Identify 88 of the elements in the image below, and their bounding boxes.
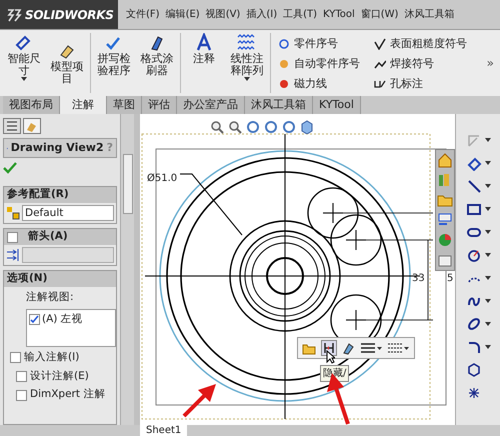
caret-icon [484, 322, 490, 326]
list-label: 注解视图: [25, 290, 75, 305]
ribbon-tab[interactable]: 评估 [142, 96, 177, 114]
logo-icon [6, 8, 22, 22]
option-label: 设计注解(E) [30, 368, 89, 384]
caret-icon [484, 344, 490, 348]
menu-item[interactable]: KYTool [323, 7, 355, 22]
caret-icon [484, 184, 490, 188]
ribbon-tab[interactable]: 沐风工具箱 [245, 96, 313, 114]
sheet-tab[interactable]: Sheet1 [140, 425, 188, 436]
menu-item[interactable]: 工具(T) [283, 7, 318, 22]
ribbon-button[interactable]: 孔标注 [374, 75, 467, 93]
dimension-toggle-icon[interactable] [321, 340, 337, 356]
dimension-text: 5 [447, 272, 454, 286]
note-icon [194, 33, 214, 53]
arrow-label-icon [6, 248, 20, 262]
surface-finish-icon [374, 38, 386, 50]
section-header: 参考配置(R) [4, 187, 116, 203]
more-button[interactable]: » [486, 54, 496, 72]
leader-line [180, 174, 242, 236]
cube-icon[interactable] [300, 120, 314, 134]
line-icon[interactable] [466, 178, 482, 194]
ribbon-button[interactable]: 焊接符号 [374, 55, 467, 73]
menu-item[interactable]: 窗口(W) [360, 7, 398, 22]
app-logo: SOLIDWORKS [25, 6, 114, 24]
menu-item[interactable]: 插入(I) [246, 7, 278, 22]
menu-item[interactable]: 沐风工具箱 [404, 7, 454, 22]
cursor-icon [326, 350, 335, 364]
option-label: DimXpert 注解 [30, 387, 106, 402]
caret-icon [484, 298, 490, 302]
ribbon-button[interactable]: 模型项目 [47, 33, 87, 93]
ribbon-button[interactable]: 自动零件序号 [278, 55, 360, 73]
checkbox[interactable] [29, 314, 40, 326]
ribbon-tab[interactable]: KYTool [313, 96, 361, 114]
dimension-text: Ø51.0 [147, 172, 178, 186]
arrow-field[interactable] [22, 247, 114, 263]
caret-icon [244, 77, 250, 81]
caret-icon [21, 77, 27, 81]
weld-symbol-icon [374, 58, 386, 70]
ribbon-button[interactable]: 拼写检验程序 [94, 33, 134, 93]
section-title: 箭头(A) [28, 229, 68, 244]
polygon-icon[interactable] [466, 362, 482, 378]
ribbon-tab[interactable]: 办公室产品 [177, 96, 245, 114]
ribbon-button[interactable]: 磁力线 [278, 75, 360, 93]
menu-item[interactable]: 文件(F) [126, 7, 160, 22]
ribbon-tab[interactable]: 视图布局 [3, 96, 60, 114]
checkbox[interactable] [10, 352, 21, 364]
caret-icon [484, 252, 490, 256]
list-item[interactable]: (A) 左视 [42, 312, 83, 328]
auto-balloon-icon [278, 58, 290, 70]
ribbon-button[interactable]: 线性注释阵列 [227, 33, 267, 93]
caret-icon [484, 276, 490, 280]
hole-callout-icon [374, 78, 386, 90]
tooltip: 隐藏/ [320, 365, 350, 382]
configuration-icon [6, 206, 20, 220]
menu-item[interactable]: 编辑(E) [166, 7, 200, 22]
ribbon-button[interactable]: 格式涂刷器 [137, 33, 177, 93]
caret-icon [484, 230, 490, 234]
annotation-arrow [180, 382, 218, 420]
dimension-text: 33 [412, 272, 425, 286]
config-dropdown[interactable]: Default [22, 205, 114, 221]
checkbox[interactable] [16, 390, 27, 401]
balloon-icon [278, 38, 290, 50]
line-style-icon[interactable] [388, 342, 410, 354]
ribbon-tab[interactable]: 草图 [107, 96, 142, 114]
menu-item[interactable]: 视图(V) [206, 7, 240, 22]
ok-check-icon[interactable] [3, 162, 17, 174]
scrollbar[interactable] [120, 114, 134, 425]
checkbox[interactable] [7, 232, 18, 242]
option-label: 输入注解(I) [24, 350, 80, 365]
caret-icon [484, 160, 490, 164]
feature-tree-icon[interactable] [3, 118, 21, 134]
ribbon-button[interactable]: 注释 [184, 33, 224, 93]
ribbon-button[interactable]: 表面粗糙度符号 [374, 35, 467, 53]
paint-icon[interactable] [342, 341, 356, 355]
caret-icon [484, 206, 490, 210]
checkbox[interactable] [16, 370, 27, 382]
zoom-icon[interactable] [210, 120, 224, 134]
caret-icon [484, 138, 490, 142]
ribbon-button[interactable]: 零件序号 [278, 35, 360, 53]
ribbon-tab[interactable]: 注解 [60, 96, 107, 114]
zoom-area-icon[interactable] [228, 120, 242, 134]
property-icon[interactable] [23, 118, 41, 134]
section-header: 选项(N) [4, 271, 116, 287]
ellipse-icon[interactable] [466, 316, 482, 332]
line-weight-icon[interactable] [361, 342, 383, 354]
ribbon-button[interactable]: 智能尺寸 [4, 33, 44, 93]
panel-title: Drawing View2 [10, 140, 104, 156]
